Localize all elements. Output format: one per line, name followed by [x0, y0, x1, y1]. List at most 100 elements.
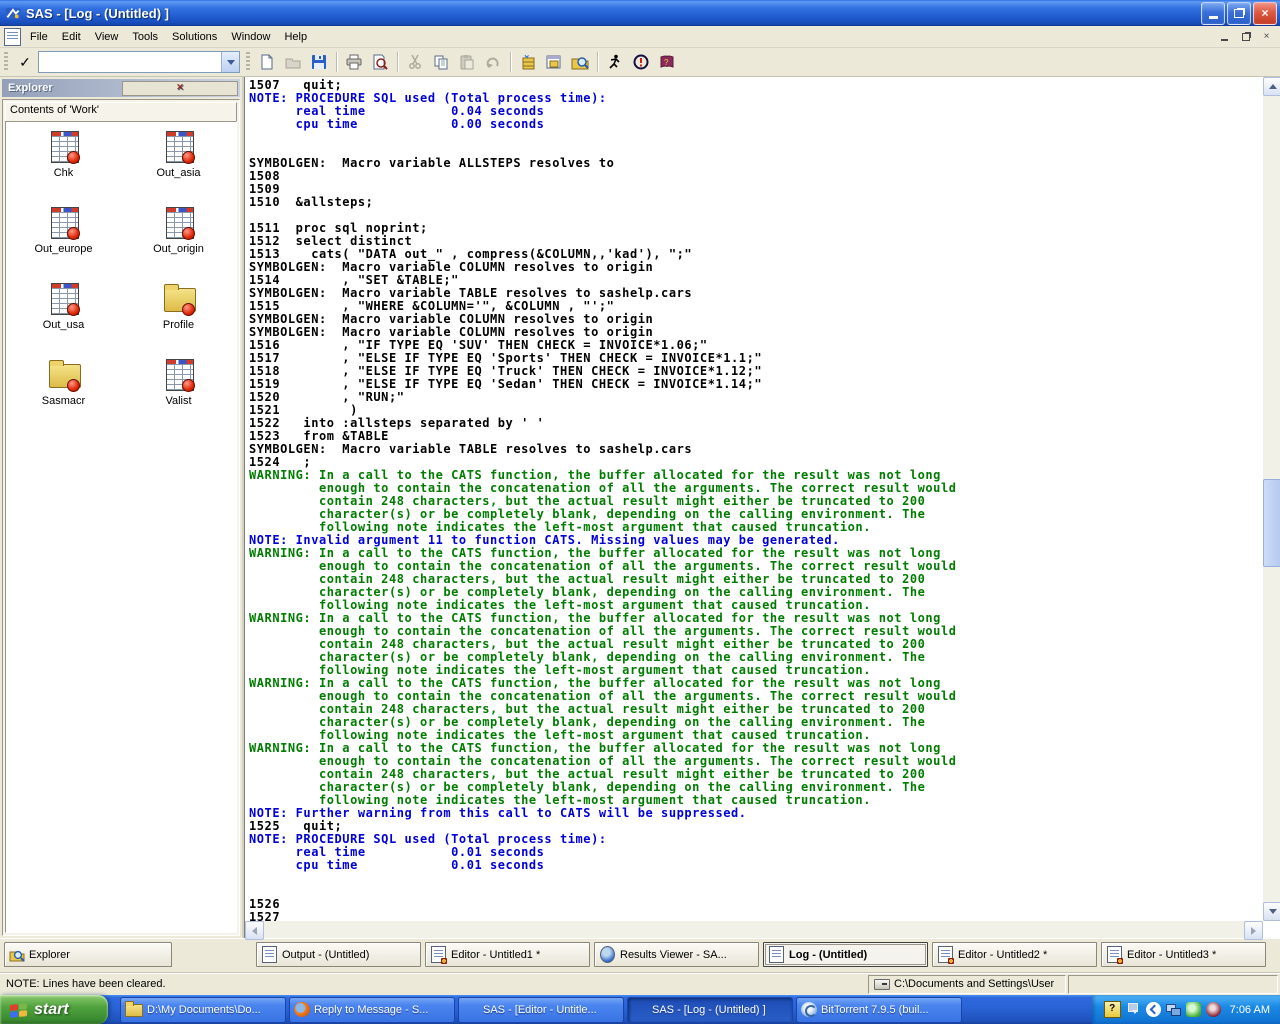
clock[interactable]: 7:06 AM: [1230, 1004, 1270, 1016]
paste-icon[interactable]: [454, 50, 480, 74]
scroll-right-icon[interactable]: [1244, 921, 1263, 940]
explorer-item[interactable]: Sasmacr: [6, 358, 121, 424]
command-check-icon[interactable]: ✓: [12, 50, 38, 74]
scroll-up-icon[interactable]: [1263, 77, 1280, 96]
new-icon[interactable]: [254, 50, 280, 74]
system-tray: ? 7:06 AM: [1092, 995, 1280, 1024]
green-status-tray-icon[interactable]: [1186, 1002, 1201, 1017]
dataset-icon: [162, 206, 196, 240]
cut-icon[interactable]: [402, 50, 428, 74]
menu-item[interactable]: Solutions: [165, 28, 224, 46]
red-dot-badge: [67, 303, 80, 316]
menu-item[interactable]: Help: [277, 28, 314, 46]
window-tab-icon: [262, 946, 277, 963]
minimize-button[interactable]: [1201, 2, 1225, 25]
break-icon[interactable]: [628, 50, 654, 74]
library-window-icon[interactable]: [541, 50, 567, 74]
close-button[interactable]: ×: [1253, 2, 1277, 25]
scroll-down-icon[interactable]: [1263, 902, 1280, 921]
title-bar: SAS - [Log - (Untitled) ] ×: [0, 0, 1280, 26]
vertical-scrollbar[interactable]: [1263, 77, 1280, 921]
log-window-icon[interactable]: [4, 28, 21, 46]
explorer-item-label: Out_origin: [153, 243, 204, 255]
new-library-icon[interactable]: [515, 50, 541, 74]
explorer-item[interactable]: Out_origin: [121, 206, 236, 272]
taskbar-button[interactable]: SAS - [Editor - Untitle...: [458, 997, 624, 1023]
explorer-item[interactable]: Out_usa: [6, 282, 121, 348]
mdi-close-button[interactable]: ×: [1257, 28, 1276, 45]
log-view[interactable]: 1507 quit;NOTE: PROCEDURE SQL used (Tota…: [244, 77, 1280, 938]
explorer-item[interactable]: Profile: [121, 282, 236, 348]
explorer-panel-titlebar: Explorer ✕: [2, 79, 240, 97]
menu-item[interactable]: View: [88, 28, 126, 46]
explorer-item-label: Out_europe: [34, 243, 92, 255]
explorer-item-label: Sasmacr: [42, 395, 85, 407]
windows-flag-icon: [9, 1001, 29, 1019]
taskbar-button[interactable]: SAS - [Log - (Untitled) ]: [627, 997, 793, 1023]
toolbar: ✓: [0, 48, 1280, 77]
explorer-docked-tab[interactable]: Explorer: [4, 942, 172, 967]
window-tab[interactable]: Log - (Untitled): [763, 942, 928, 967]
explorer-item[interactable]: Valist: [121, 358, 236, 424]
scroll-left-icon[interactable]: [245, 921, 264, 940]
explorer-body: Contents of 'Work' Chk: [2, 99, 240, 936]
log-line: 1526: [249, 898, 1263, 911]
taskbar-button[interactable]: D:\My Documents\Do...: [120, 997, 286, 1023]
toolbar-grip[interactable]: [4, 52, 8, 72]
explorer-item-label: Out_asia: [156, 167, 200, 179]
log-line: [249, 872, 1263, 885]
status-message: NOTE: Lines have been cleared.: [0, 978, 868, 990]
log-line: 1510 &allsteps;: [249, 196, 1263, 209]
explorer-icon[interactable]: [567, 50, 593, 74]
taskbar-button-label: D:\My Documents\Do...: [147, 1004, 261, 1016]
mdi-minimize-button[interactable]: [1215, 28, 1234, 45]
print-icon[interactable]: [341, 50, 367, 74]
save-icon[interactable]: [306, 50, 332, 74]
horizontal-scrollbar[interactable]: [245, 921, 1263, 938]
window-tab[interactable]: Editor - Untitled3 *: [1101, 942, 1266, 967]
command-input[interactable]: [39, 52, 221, 72]
explorer-close-icon[interactable]: ✕: [122, 81, 238, 96]
menu-item[interactable]: Edit: [55, 28, 88, 46]
mdi-restore-button[interactable]: [1236, 28, 1255, 45]
menu-item[interactable]: File: [23, 28, 55, 46]
help-question-tray-icon[interactable]: ?: [1104, 1001, 1121, 1018]
undo-icon[interactable]: [480, 50, 506, 74]
window-tab-label: Editor - Untitled3 *: [1127, 949, 1216, 961]
taskbar-button[interactable]: BitTorrent 7.9.5 (buil...: [796, 997, 962, 1023]
explorer-item[interactable]: Out_europe: [6, 206, 121, 272]
explorer-item[interactable]: Chk: [6, 130, 121, 196]
submit-icon[interactable]: [602, 50, 628, 74]
toolbar-grip2[interactable]: [246, 52, 250, 72]
menu-item[interactable]: Tools: [125, 28, 165, 46]
open-icon[interactable]: [280, 50, 306, 74]
dataset-icon: [162, 282, 196, 316]
restore-button[interactable]: [1227, 2, 1251, 25]
explorer-item[interactable]: Out_asia: [121, 130, 236, 196]
copy-icon[interactable]: [428, 50, 454, 74]
explorer-item-label: Chk: [54, 167, 74, 179]
hide-icons-chevron-icon[interactable]: [1146, 1002, 1161, 1017]
window-tab[interactable]: Results Viewer - SA...: [594, 942, 759, 967]
command-dropdown-icon[interactable]: [221, 52, 239, 72]
print-preview-icon[interactable]: [367, 50, 393, 74]
window-tab[interactable]: Editor - Untitled1 *: [425, 942, 590, 967]
taskbar-button[interactable]: Reply to Message - S...: [289, 997, 455, 1023]
vertical-scroll-thumb[interactable]: [1263, 479, 1280, 567]
help-book-icon[interactable]: ?: [654, 50, 680, 74]
start-button[interactable]: start: [0, 995, 108, 1024]
taskbar-button-label: BitTorrent 7.9.5 (buil...: [821, 1004, 929, 1016]
explorer-item-list: Chk Out_asia: [5, 121, 237, 933]
window-tab[interactable]: Editor - Untitled2 *: [932, 942, 1097, 967]
network-tray-icon[interactable]: [1166, 1002, 1181, 1017]
log-line: SYMBOLGEN: Macro variable TABLE resolves…: [249, 443, 1263, 456]
hardware-arrow-tray-icon[interactable]: [1126, 1002, 1141, 1017]
red-dot-badge: [67, 227, 80, 240]
log-line: 1527: [249, 911, 1263, 921]
log-line: 1509: [249, 183, 1263, 196]
red-dot-badge: [67, 151, 80, 164]
window-tab[interactable]: Output - (Untitled): [256, 942, 421, 967]
windows-taskbar: start D:\My Documents\Do... Reply to Mes…: [0, 995, 1280, 1024]
bittorrent-tray-icon[interactable]: [1206, 1002, 1221, 1017]
menu-item[interactable]: Window: [224, 28, 277, 46]
